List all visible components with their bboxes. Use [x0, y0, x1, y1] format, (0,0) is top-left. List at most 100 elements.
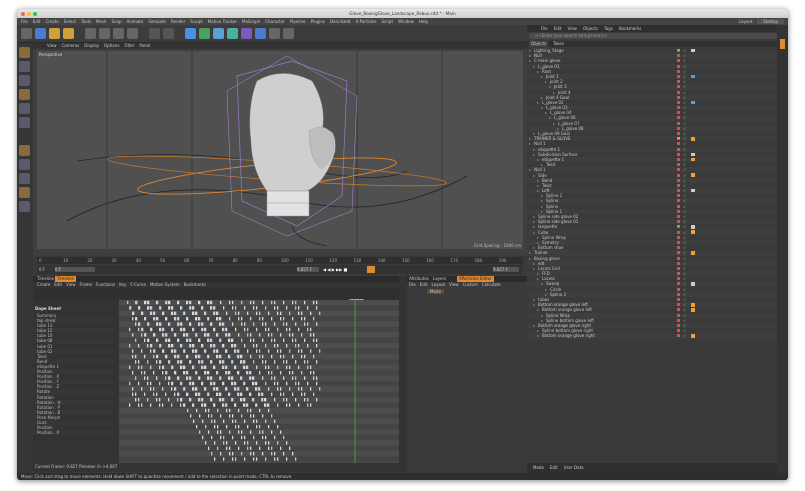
visibility-dot[interactable] — [677, 294, 680, 296]
keyframe[interactable] — [301, 387, 303, 391]
keyframe[interactable] — [205, 425, 207, 429]
visibility-dot[interactable] — [677, 289, 680, 291]
keyframe[interactable] — [168, 306, 170, 310]
keyframe[interactable] — [234, 349, 236, 353]
keyframe[interactable] — [138, 306, 140, 310]
keyframe[interactable] — [144, 354, 146, 359]
keyframe[interactable] — [189, 376, 191, 380]
tab-objects[interactable]: Objects — [529, 41, 549, 47]
keyframe[interactable] — [192, 365, 194, 369]
model-mode-icon[interactable] — [19, 47, 30, 58]
keyframe[interactable] — [262, 414, 264, 418]
keyframe[interactable] — [192, 387, 194, 391]
keyframe[interactable] — [225, 365, 227, 369]
render-view-icon[interactable] — [163, 28, 174, 39]
keyframe[interactable] — [289, 311, 291, 315]
keyframe[interactable] — [135, 376, 137, 380]
keyframe[interactable] — [214, 425, 216, 429]
keyframe[interactable] — [262, 322, 264, 326]
keyframe[interactable] — [213, 349, 215, 353]
layout-dropdown[interactable]: Startup — [757, 19, 784, 24]
keyframe[interactable] — [141, 349, 143, 353]
keyframe[interactable] — [195, 349, 197, 353]
keyframe[interactable] — [207, 392, 209, 396]
keyframe[interactable] — [298, 381, 300, 386]
keyframe[interactable] — [307, 306, 309, 310]
keyframe[interactable] — [265, 441, 267, 445]
keyframe[interactable] — [174, 371, 176, 375]
keyframe[interactable] — [316, 398, 318, 402]
keyframe[interactable] — [255, 403, 257, 407]
object-tag-icon[interactable] — [691, 230, 695, 234]
keyframe[interactable] — [147, 360, 149, 364]
keyframe[interactable] — [232, 414, 234, 418]
keyframe[interactable] — [180, 365, 182, 369]
keyframe[interactable] — [280, 371, 282, 375]
keyframe[interactable] — [277, 327, 279, 332]
keyframe[interactable] — [280, 446, 282, 450]
keyframe[interactable] — [213, 365, 215, 369]
visibility-dot[interactable] — [677, 56, 680, 58]
keyframe[interactable] — [250, 333, 252, 337]
keyframe[interactable] — [141, 327, 143, 332]
keyframe[interactable] — [313, 338, 315, 342]
keyframe[interactable] — [171, 327, 173, 332]
keyframe[interactable] — [280, 387, 282, 391]
dopesheet-menu-create[interactable]: Create — [37, 282, 50, 287]
keyframe[interactable] — [210, 360, 212, 364]
keyframe[interactable] — [159, 344, 161, 348]
keyframe[interactable] — [255, 387, 257, 391]
keyframe[interactable] — [283, 338, 285, 342]
keyframe[interactable] — [295, 344, 297, 348]
undo-icon[interactable] — [21, 28, 32, 39]
camera-icon[interactable] — [269, 28, 280, 39]
keyframe[interactable] — [247, 333, 249, 337]
object-tag-icon[interactable] — [691, 152, 695, 157]
keyframe[interactable] — [228, 371, 230, 375]
keyframe[interactable] — [274, 419, 276, 423]
keyframe[interactable] — [229, 414, 231, 418]
keyframe[interactable] — [267, 403, 269, 407]
keyframe[interactable] — [198, 398, 200, 402]
keyframe[interactable] — [229, 446, 231, 450]
viewport-panel[interactable]: View Cameras Display Options Filter Panel Per… — [33, 43, 527, 256]
keyframe[interactable] — [265, 360, 267, 364]
keyframe[interactable] — [150, 381, 152, 386]
keyframe[interactable] — [283, 452, 285, 456]
visibility-dot[interactable] — [677, 76, 680, 78]
visibility-dot[interactable] — [677, 248, 680, 250]
keyframe[interactable] — [268, 408, 270, 413]
keyframe[interactable] — [150, 349, 152, 353]
keyframe[interactable] — [232, 322, 234, 326]
keyframe[interactable] — [180, 327, 182, 332]
keyframe[interactable] — [247, 327, 249, 332]
keyframe[interactable] — [195, 387, 197, 391]
keyframe[interactable] — [256, 457, 258, 461]
keyframe[interactable] — [217, 408, 219, 413]
keyframe[interactable] — [138, 403, 140, 407]
keyframe[interactable] — [268, 311, 270, 315]
keyframe[interactable] — [277, 365, 279, 369]
keyframe[interactable] — [307, 365, 309, 369]
visibility-dot[interactable] — [677, 258, 680, 260]
keyframe[interactable] — [265, 322, 267, 326]
keyframe[interactable] — [271, 376, 273, 380]
attributes-mode[interactable]: Mode — [427, 289, 444, 294]
keyframe[interactable] — [262, 376, 264, 380]
keyframe[interactable] — [189, 381, 191, 386]
keyframe[interactable] — [249, 376, 251, 380]
keyframe[interactable] — [289, 349, 291, 353]
keyframe[interactable] — [304, 300, 306, 305]
enable-check-icon[interactable]: ✓ — [683, 333, 686, 338]
keyframe[interactable] — [127, 300, 129, 305]
keyframe[interactable] — [274, 344, 276, 348]
visibility-dot[interactable] — [677, 185, 680, 187]
keyframe[interactable] — [313, 354, 315, 359]
keyframe[interactable] — [310, 333, 312, 337]
keyframe[interactable] — [138, 327, 140, 332]
keyframe[interactable] — [219, 354, 221, 359]
track-row[interactable]: Position . X — [33, 430, 113, 436]
keyframe[interactable] — [268, 371, 270, 375]
menu-mograph[interactable]: MoGraph — [242, 19, 260, 24]
keyframe[interactable] — [135, 322, 137, 326]
